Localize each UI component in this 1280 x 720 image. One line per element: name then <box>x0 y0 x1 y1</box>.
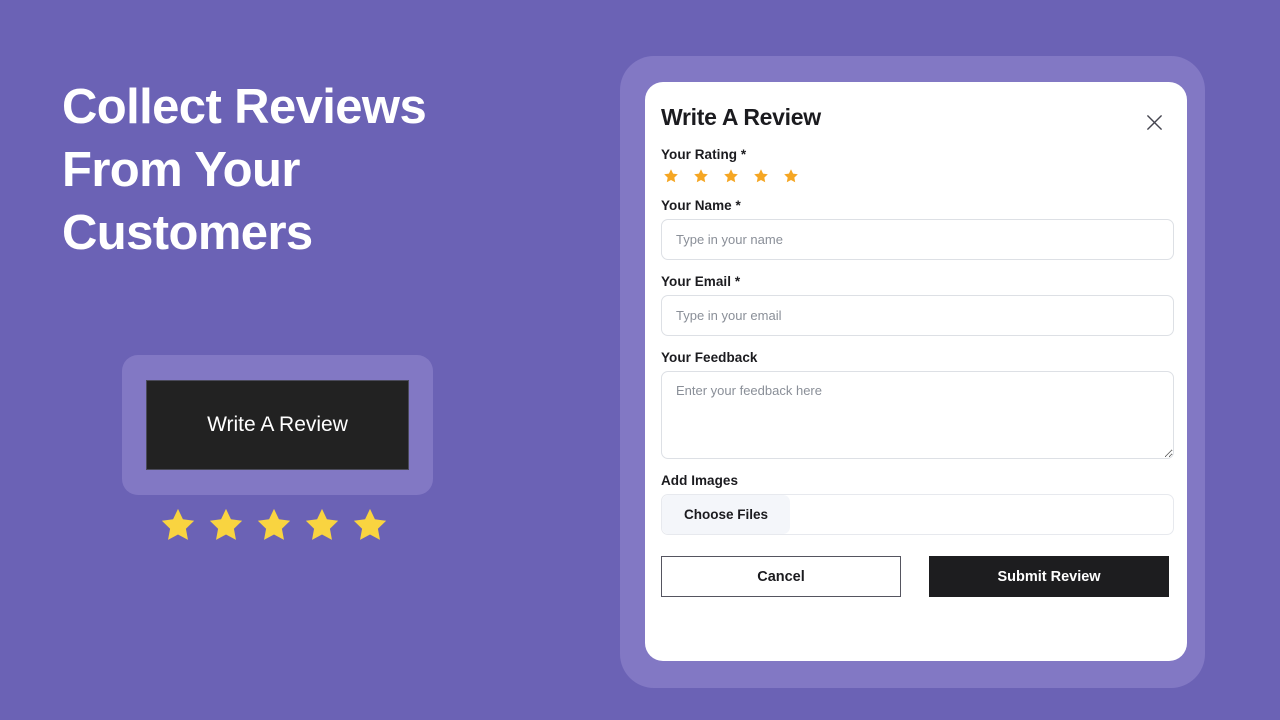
email-input[interactable] <box>661 295 1174 336</box>
cancel-button[interactable]: Cancel <box>661 556 902 597</box>
feedback-textarea[interactable] <box>661 371 1174 459</box>
feedback-label: Your Feedback <box>661 350 758 365</box>
rating-label: Your Rating * <box>661 147 747 162</box>
write-a-review-button[interactable]: Write A Review <box>146 380 409 470</box>
star-icon <box>353 508 387 540</box>
star-icon <box>161 508 195 540</box>
modal-actions: Cancel Submit Review <box>661 556 1169 597</box>
star-icon[interactable] <box>663 168 679 184</box>
name-label: Your Name * <box>661 198 741 213</box>
promo-headline: Collect Reviews From Your Customers <box>62 80 427 260</box>
rating-star-input[interactable] <box>661 168 1169 184</box>
cta-button-label: Write A Review <box>207 413 348 436</box>
star-icon <box>257 508 291 540</box>
hero-star-rating <box>158 506 390 544</box>
star-icon[interactable] <box>753 168 769 184</box>
add-images-label: Add Images <box>661 473 739 488</box>
star-icon[interactable] <box>693 168 709 184</box>
star-icon[interactable] <box>723 168 739 184</box>
close-icon[interactable] <box>1142 110 1166 134</box>
choose-files-button[interactable]: Choose Files <box>662 495 791 534</box>
name-input[interactable] <box>661 219 1174 260</box>
email-label: Your Email * <box>661 274 741 289</box>
promo-panel: Collect Reviews From Your Customers Writ… <box>0 0 600 720</box>
submit-review-button[interactable]: Submit Review <box>929 556 1169 597</box>
star-icon[interactable] <box>783 168 799 184</box>
star-icon <box>305 508 339 540</box>
file-upload-row[interactable]: Choose Files <box>661 494 1174 535</box>
modal-header: Write A Review <box>661 104 1169 134</box>
write-review-modal: Write A Review Your Rating * Your Name *… <box>645 82 1187 661</box>
modal-title: Write A Review <box>661 104 821 130</box>
star-icon <box>209 508 243 540</box>
